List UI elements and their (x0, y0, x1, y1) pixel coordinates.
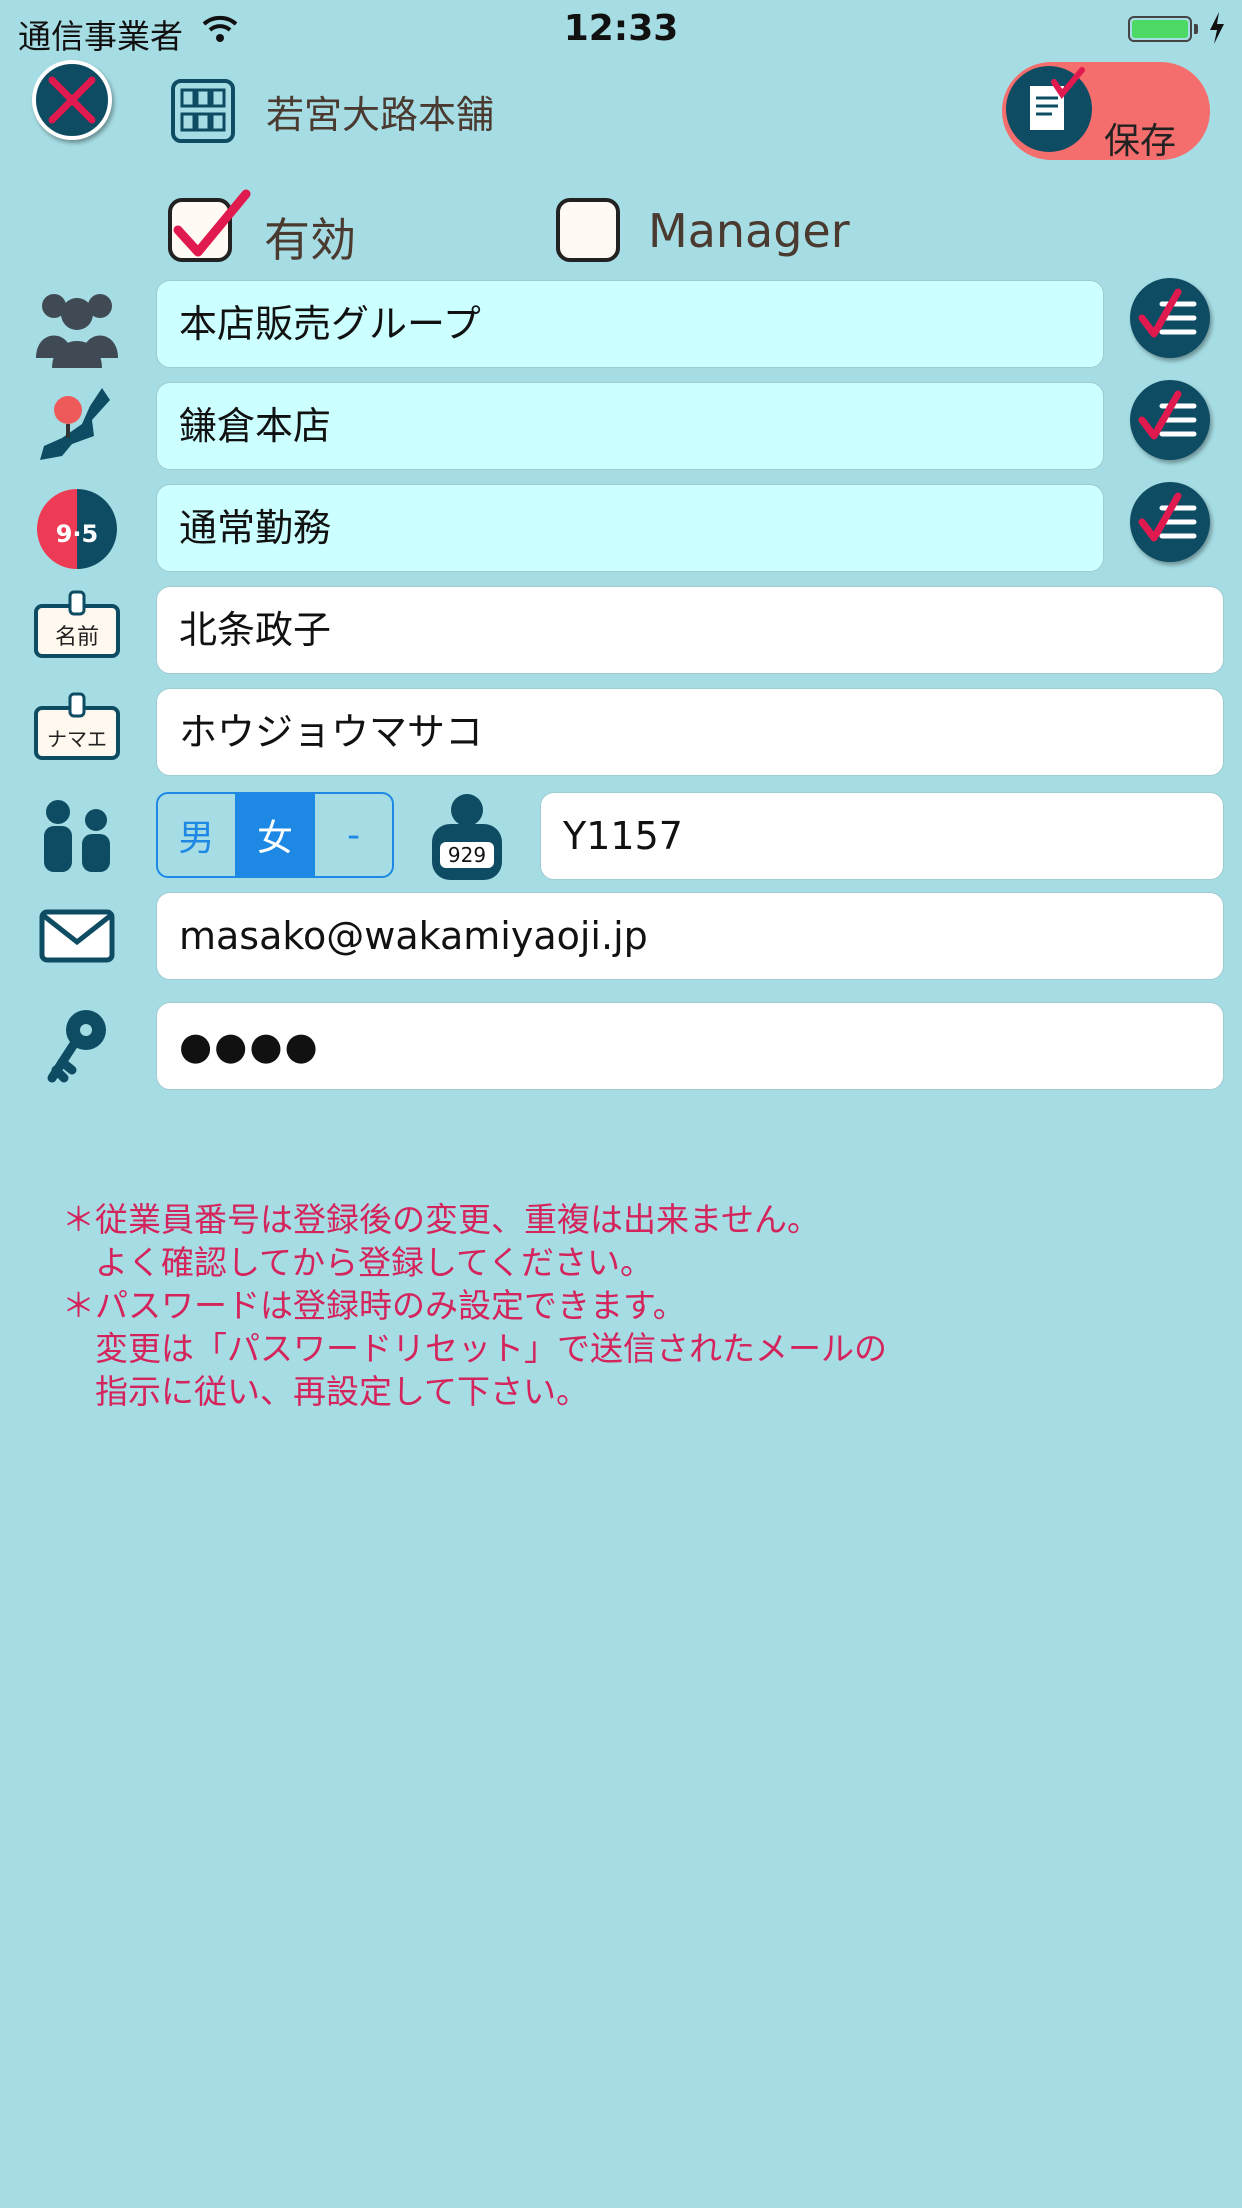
checkmark-icon (173, 189, 251, 257)
gender-icon (44, 800, 110, 872)
status-bar: 通信事業者 12:33 (0, 0, 1242, 60)
checklist-icon (1138, 288, 1197, 338)
save-icon (1006, 66, 1092, 152)
location-select-button[interactable] (1130, 380, 1210, 460)
employee-id-field[interactable]: Y1157 (540, 792, 1224, 880)
note-line: 変更は「パスワードリセット」で送信されたメールの (62, 1329, 887, 1368)
kana-tag-label: ナマエ (47, 727, 107, 751)
password-field[interactable]: ●●●● (156, 1002, 1224, 1090)
shift-badge: 9·5 (56, 520, 99, 548)
store-name: 若宮大路本舗 (266, 93, 495, 137)
email-field[interactable]: masako@wakamiyaoji.jp (156, 892, 1224, 980)
group-select-button[interactable] (1130, 278, 1210, 358)
gender-option-unspecified[interactable]: - (313, 794, 392, 876)
note-line: よく確認してから登録してください。 (62, 1243, 654, 1282)
active-checkbox[interactable] (168, 189, 251, 262)
gender-option-female[interactable]: 女 (234, 794, 314, 876)
close-icon (48, 76, 96, 124)
location-field[interactable]: 鎌倉本店 (156, 382, 1104, 470)
map-pin-icon (40, 388, 110, 460)
name-kana-field[interactable]: ホウジョウマサコ (156, 688, 1224, 776)
store-icon (171, 79, 235, 143)
mail-icon (39, 909, 115, 963)
shift-icon: 9·5 (37, 489, 117, 569)
name-field[interactable]: 北条政子 (156, 586, 1224, 674)
note-line: ＊従業員番号は登録後の変更、重複は出来ません。 (62, 1200, 821, 1239)
clock: 12:33 (563, 8, 679, 49)
gender-segmented-control[interactable]: 男 女 - (156, 792, 394, 878)
manager-checkbox[interactable] (556, 198, 620, 262)
note-line: 指示に従い、再設定して下さい。 (62, 1372, 590, 1411)
kana-tag-icon: ナマエ (34, 692, 120, 760)
charging-icon (1210, 12, 1224, 44)
key-icon (47, 1010, 106, 1083)
gender-option-male[interactable]: 男 (158, 794, 235, 876)
save-label: 保存 (1104, 121, 1177, 162)
close-button[interactable] (32, 60, 112, 140)
shift-select-button[interactable] (1130, 482, 1210, 562)
group-icon (36, 294, 118, 368)
employee-id-icon: 929 (432, 794, 502, 880)
employee-id-badge: 929 (448, 843, 486, 867)
name-tag-label: 名前 (55, 625, 99, 650)
notes: ＊従業員番号は登録後の変更、重複は出来ません。 よく確認してから登録してください… (62, 1198, 887, 1413)
battery-icon (1128, 16, 1192, 42)
name-tag-icon: 名前 (34, 590, 120, 658)
checklist-icon (1138, 492, 1197, 542)
note-line: ＊パスワードは登録時のみ設定できます。 (62, 1286, 686, 1325)
manager-label: Manager (648, 204, 850, 258)
active-label: 有効 (264, 213, 356, 267)
group-field[interactable]: 本店販売グループ (156, 280, 1104, 368)
shift-field[interactable]: 通常勤務 (156, 484, 1104, 572)
checklist-icon (1138, 390, 1197, 440)
